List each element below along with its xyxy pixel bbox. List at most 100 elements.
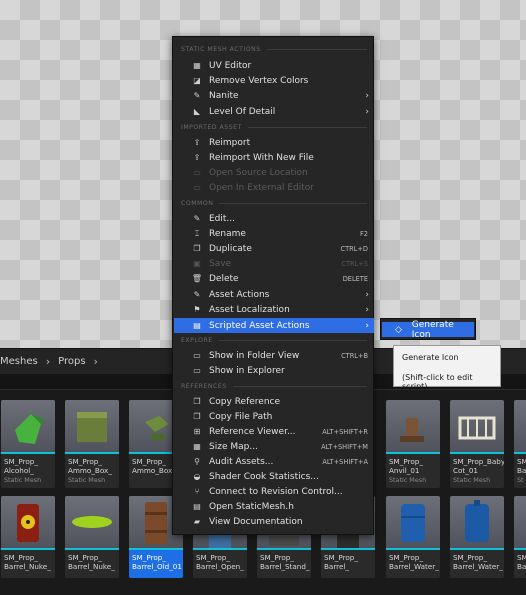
- asset-type-stripe: [514, 452, 526, 454]
- asset-name: SM_Prop_ Barrel_Water_: [453, 553, 503, 571]
- breadcrumb-meshes[interactable]: Meshes: [0, 356, 38, 367]
- menu-item-reference-viewer[interactable]: ⊞ Reference Viewer... ALT+SHIFT+R: [174, 424, 374, 439]
- menu-item-asset-actions[interactable]: ✎ Asset Actions ›: [174, 287, 374, 302]
- menu-item-duplicate[interactable]: ❐ Duplicate CTRL+D: [174, 241, 374, 256]
- asset-thumbnail: [386, 400, 440, 452]
- asset-thumbnail: [1, 400, 55, 452]
- menu-item-label: Copy File Path: [209, 411, 273, 422]
- shortcut-label: ALT+SHIFT+R: [322, 427, 368, 436]
- asset-tile[interactable]: SM_Prop_ Barrel_Water_: [386, 496, 440, 578]
- menu-item-show-explorer[interactable]: ▭ Show in Explorer: [174, 363, 374, 378]
- trash-icon: 🗑: [191, 274, 203, 283]
- menu-item-scripted-asset-actions[interactable]: ▤ Scripted Asset Actions ›: [174, 318, 374, 333]
- asset-type: Static Mesh: [68, 476, 106, 484]
- asset-thumbnail: [514, 400, 526, 452]
- asset-tile[interactable]: SM_ Ba: [514, 496, 526, 578]
- menu-item-view-documentation[interactable]: ▰ View Documentation: [174, 514, 374, 529]
- asset-name: SM_Prop_ Alcohol_: [4, 457, 38, 475]
- menu-item-label: Open StaticMesh.h: [209, 501, 294, 512]
- menu-item-size-map[interactable]: ▦ Size Map... ALT+SHIFT+M: [174, 439, 374, 454]
- menu-item-rename[interactable]: ⌶ Rename F2: [174, 226, 374, 241]
- reimport-file-icon: ⇪: [193, 153, 201, 162]
- asset-tile[interactable]: SM_Prop_ Ammo_Box_ Static Mesh: [65, 400, 119, 488]
- menu-item-copy-reference[interactable]: ❐ Copy Reference: [174, 394, 374, 409]
- size-map-icon: ▦: [193, 442, 201, 451]
- reference-viewer-icon: ⊞: [193, 427, 201, 436]
- external-editor-icon: ▭: [193, 183, 201, 192]
- asset-type-stripe: [321, 548, 375, 550]
- menu-item-label: Connect to Revision Control...: [209, 486, 343, 497]
- menu-item-label: Remove Vertex Colors: [209, 75, 309, 86]
- asset-thumbnail: [450, 496, 504, 548]
- breadcrumb-props[interactable]: Props: [58, 356, 85, 367]
- menu-item-reimport-new-file[interactable]: ⇪ Reimport With New File: [174, 150, 374, 165]
- menu-item-remove-vertex-colors[interactable]: ◪ Remove Vertex Colors: [174, 73, 374, 88]
- menu-item-label: UV Editor: [209, 60, 252, 71]
- asset-tile[interactable]: SM_Prop_ Barrel_Nuke_: [1, 496, 55, 578]
- menu-item-label: Size Map...: [209, 441, 258, 452]
- asset-thumbnail: [1, 496, 55, 548]
- menu-item-label: Open Source Location: [209, 167, 308, 178]
- submenu-item-generate-icon[interactable]: ◇ Generate Icon: [382, 320, 474, 340]
- asset-type-stripe: [257, 548, 311, 550]
- source-file-icon: ▤: [193, 502, 201, 511]
- tooltip-hint: (Shift-click to edit script): [402, 373, 473, 391]
- menu-item-asset-localization[interactable]: ⚑ Asset Localization ›: [174, 302, 374, 317]
- wrench-icon: ✎: [193, 290, 201, 299]
- shortcut-label: CTRL+S: [341, 259, 368, 268]
- asset-tile[interactable]: SM_Prop_Baby Cot_01 Static Mesh: [450, 400, 504, 488]
- asset-tile[interactable]: SM_Prop_ Alcohol_ Static Mesh: [1, 400, 55, 488]
- menu-item-delete[interactable]: 🗑 Delete DELETE: [174, 271, 374, 286]
- menu-item-revision-control[interactable]: ⑂ Connect to Revision Control...: [174, 484, 374, 499]
- asset-name: SM_ Ba: [517, 553, 526, 571]
- copy-path-icon: ❐: [193, 412, 201, 421]
- chevron-right-icon: ›: [365, 320, 369, 331]
- asset-tile[interactable]: SM_Prop_ Anvil_01 Static Mesh: [386, 400, 440, 488]
- asset-type-stripe: [386, 548, 440, 550]
- shortcut-label: ALT+SHIFT+M: [321, 442, 368, 451]
- menu-item-edit[interactable]: ✎ Edit...: [174, 211, 374, 226]
- shortcut-label: CTRL+D: [340, 244, 369, 253]
- menu-item-label: Scripted Asset Actions: [209, 320, 310, 331]
- menu-item-label: View Documentation: [209, 516, 303, 527]
- asset-name: SM_Prop_ Barrel_: [324, 553, 358, 571]
- asset-type-stripe: [386, 452, 440, 454]
- asset-tile[interactable]: SM_ Ba St: [514, 400, 526, 488]
- asset-tile[interactable]: SM_Prop_ Barrel_Nuke_: [65, 496, 119, 578]
- menu-item-shader-cook-statistics[interactable]: ◒ Shader Cook Statistics...: [174, 469, 374, 484]
- section-explore: EXPLORE: [181, 337, 367, 344]
- menu-item-open-source-location[interactable]: ▭ Open Source Location: [174, 165, 374, 180]
- menu-item-level-of-detail[interactable]: ◣ Level Of Detail ›: [174, 104, 374, 119]
- nuke-barrel-icon: [72, 516, 112, 528]
- script-action-icon: ◇: [395, 324, 402, 335]
- chevron-right-icon: ›: [365, 106, 369, 117]
- asset-type: Static Mesh: [4, 476, 42, 484]
- menu-item-label: Save: [209, 258, 232, 269]
- menu-item-label: Copy Reference: [209, 396, 281, 407]
- menu-item-reimport[interactable]: ⇪ Reimport: [174, 135, 374, 150]
- folder-view-icon: ▭: [193, 351, 201, 360]
- baby-cot-icon: [458, 416, 496, 440]
- menu-item-label: Show in Folder View: [209, 350, 300, 361]
- menu-item-label: Level Of Detail: [209, 106, 276, 117]
- menu-item-show-folder-view[interactable]: ▭ Show in Folder View CTRL+B: [174, 348, 374, 363]
- menu-item-open-external-editor[interactable]: ▭ Open In External Editor: [174, 180, 374, 195]
- menu-item-audit-assets[interactable]: ⚲ Audit Assets... ALT+SHIFT+A: [174, 454, 374, 469]
- asset-type-stripe: [450, 452, 504, 454]
- asset-type-stripe: [65, 548, 119, 550]
- chevron-right-icon: ›: [365, 304, 369, 315]
- menu-item-copy-file-path[interactable]: ❐ Copy File Path: [174, 409, 374, 424]
- duplicate-icon: ❐: [193, 244, 201, 253]
- asset-tile[interactable]: SM_Prop_ Barrel_Water_: [450, 496, 504, 578]
- chevron-right-icon[interactable]: ›: [94, 355, 98, 368]
- asset-thumbnail: [450, 400, 504, 452]
- asset-type-stripe: [193, 548, 247, 550]
- chevron-right-icon: ›: [365, 289, 369, 300]
- menu-item-uv-editor[interactable]: ▦ UV Editor: [174, 58, 374, 73]
- menu-item-open-staticmesh-h[interactable]: ▤ Open StaticMesh.h: [174, 499, 374, 514]
- menu-item-nanite[interactable]: ✎ Nanite ›: [174, 88, 374, 103]
- wrench-icon: ✎: [193, 91, 201, 100]
- section-references: REFERENCES: [181, 383, 367, 390]
- menu-item-label: Delete: [209, 273, 239, 284]
- menu-item-save[interactable]: ▣ Save CTRL+S: [174, 256, 374, 271]
